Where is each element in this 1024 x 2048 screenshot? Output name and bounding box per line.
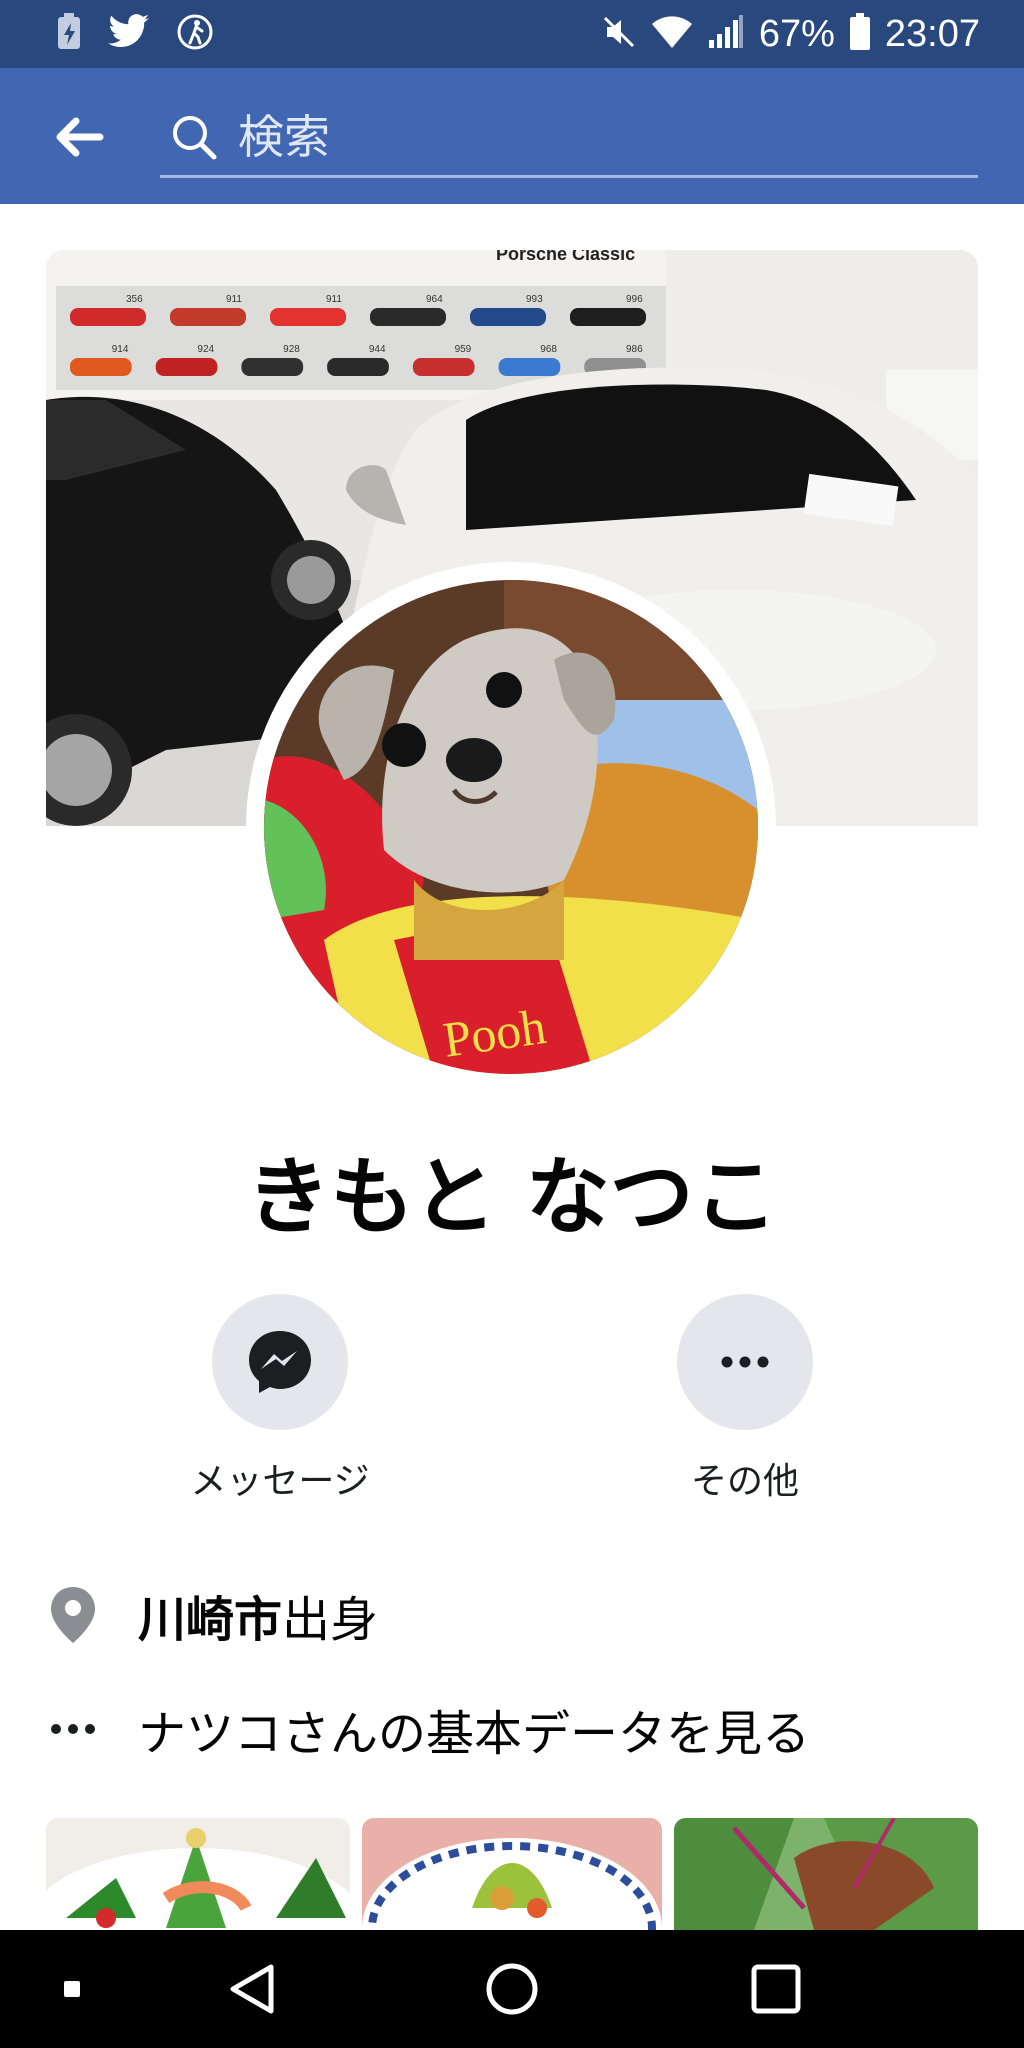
poster-model-label: 924 <box>197 344 214 355</box>
message-button-circle[interactable] <box>212 1294 348 1430</box>
back-button[interactable] <box>44 102 114 172</box>
messenger-icon <box>249 1331 311 1393</box>
about-link[interactable]: ナツコさんの基本データを見る <box>138 1694 810 1764</box>
poster-model-label: 968 <box>540 344 557 355</box>
system-nav-bar <box>0 1930 1024 2048</box>
home-circle-icon <box>486 1963 538 2015</box>
more-label: その他 <box>690 1461 799 1502</box>
more-button[interactable]: その他 <box>615 1294 875 1504</box>
status-bar: 67% 23:07 <box>0 0 1024 68</box>
nav-back-button[interactable] <box>212 1954 292 2024</box>
photo-thumbnail-2[interactable] <box>362 1818 662 1930</box>
mute-icon <box>601 14 637 54</box>
poster-model-label: 964 <box>426 294 443 305</box>
back-arrow-icon <box>56 117 104 157</box>
nav-small-square[interactable] <box>32 1954 112 2024</box>
poster-model-label: 914 <box>112 344 129 355</box>
signal-icon <box>707 14 745 54</box>
profile-avatar[interactable]: Pooh <box>264 580 758 1074</box>
poster-car <box>327 358 389 376</box>
poster-model-label: 911 <box>226 294 242 305</box>
more-dots-small-icon <box>46 1699 100 1759</box>
more-dots-icon <box>721 1356 769 1368</box>
battery-icon <box>849 13 871 55</box>
battery-percent: 67% <box>758 12 835 55</box>
cover-sign-text: Porsche Classic <box>496 250 635 264</box>
poster-model-label: 993 <box>526 294 543 305</box>
poster-car <box>570 308 646 326</box>
nav-home-button[interactable] <box>472 1954 552 2024</box>
hometown-suffix: 出身 <box>282 1592 379 1648</box>
poster-model-label: 356 <box>126 294 143 305</box>
poster-car <box>470 308 546 326</box>
message-button[interactable]: メッセージ <box>150 1294 410 1504</box>
poster-car <box>270 308 346 326</box>
poster-model-label: 986 <box>626 344 643 355</box>
poster-model-label: 959 <box>455 344 472 355</box>
search-bar[interactable] <box>160 98 978 178</box>
poster-model-label: 911 <box>326 294 342 305</box>
twitter-icon <box>108 14 150 54</box>
hometown-row[interactable]: 川崎市出身 <box>46 1580 378 1650</box>
poster-model-label: 944 <box>369 344 386 355</box>
poster-car <box>241 358 304 376</box>
back-triangle-icon <box>230 1964 274 2014</box>
photo-thumbnail-1[interactable] <box>46 1818 350 1930</box>
search-icon <box>170 112 220 162</box>
poster-model-label: 928 <box>283 344 300 355</box>
about-row[interactable]: ナツコさんの基本データを見る <box>46 1694 810 1764</box>
profile-name: きもと なつこ <box>246 1148 778 1246</box>
poster-car <box>170 308 246 326</box>
poster-model-label: 996 <box>626 294 643 305</box>
poster-car <box>412 358 475 376</box>
poster-car <box>70 358 132 376</box>
poster-car <box>370 308 446 326</box>
hometown-place[interactable]: 川崎市 <box>138 1592 282 1648</box>
hometown-text: 川崎市出身 <box>138 1580 378 1650</box>
fitness-icon <box>176 13 214 55</box>
wifi-icon <box>651 15 693 53</box>
photo-thumbnail-3[interactable] <box>674 1818 978 1930</box>
poster-car <box>70 308 146 326</box>
message-label: メッセージ <box>190 1461 370 1502</box>
battery-saver-icon <box>56 13 82 55</box>
more-button-circle[interactable] <box>677 1294 813 1430</box>
nav-recents-button[interactable] <box>736 1954 816 2024</box>
search-header <box>0 68 1024 204</box>
clock: 23:07 <box>884 12 980 55</box>
poster-car <box>155 358 218 376</box>
nav-dot-icon <box>64 1981 80 1997</box>
search-input[interactable] <box>238 109 918 164</box>
poster-car <box>498 358 561 376</box>
location-pin-icon <box>46 1585 100 1645</box>
recents-square-icon <box>751 1964 801 2014</box>
